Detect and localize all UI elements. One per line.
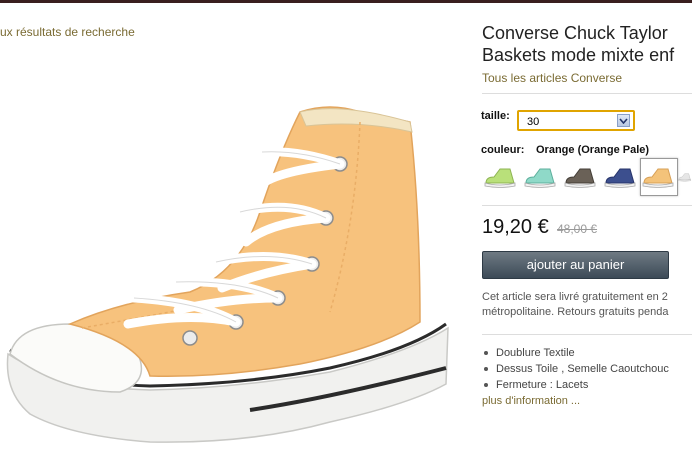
sneaker-orange-icon	[642, 168, 674, 188]
size-select[interactable]: 30	[517, 110, 635, 131]
add-to-cart-button[interactable]: ajouter au panier	[482, 251, 669, 279]
swatch-navy[interactable]	[602, 158, 640, 196]
product-title-line1: Converse Chuck Taylor	[482, 23, 668, 43]
sneaker-white-icon	[678, 173, 691, 182]
divider	[482, 205, 692, 206]
delivery-line2: métropolitaine. Retours gratuits penda	[482, 306, 669, 318]
bullet-icon	[484, 383, 488, 387]
sneaker-lime-icon	[484, 168, 516, 188]
sneaker-navy-icon	[604, 168, 636, 188]
list-item: Doublure Textile	[482, 345, 669, 361]
top-bar	[0, 0, 692, 3]
feature-text: Dessus Toile , Semelle Caoutchouc	[496, 363, 669, 375]
feature-text: Fermeture : Lacets	[496, 379, 589, 391]
product-title: Converse Chuck Taylor Baskets mode mixte…	[482, 22, 692, 66]
brand-articles-link[interactable]: Tous les articles Converse	[482, 71, 622, 85]
divider	[482, 334, 692, 335]
delivery-info: Cet article sera livré gratuitement en 2…	[482, 290, 692, 320]
list-item: Fermeture : Lacets	[482, 377, 669, 393]
chevron-down-icon[interactable]	[617, 114, 630, 127]
delivery-line1: Cet article sera livré gratuitement en 2	[482, 291, 668, 303]
swatch-orange-selected[interactable]	[640, 158, 678, 196]
bullet-icon	[484, 351, 488, 355]
sneaker-mint-icon	[524, 168, 556, 188]
bullet-icon	[484, 367, 488, 371]
sneaker-charcoal-icon	[564, 168, 596, 188]
size-select-value: 30	[527, 116, 540, 128]
sneaker-icon	[6, 106, 449, 443]
feature-text: Doublure Textile	[496, 347, 575, 359]
swatch-white[interactable]	[678, 158, 692, 196]
old-price: 48,00 €	[557, 222, 598, 236]
color-label: couleur:	[481, 144, 525, 156]
color-value: Orange (Orange Pale)	[536, 144, 650, 156]
swatch-lime[interactable]	[482, 158, 520, 196]
back-to-results-link[interactable]: ux résultats de recherche	[0, 25, 135, 39]
feature-list: Doublure Textile Dessus Toile , Semelle …	[482, 345, 669, 409]
product-image[interactable]	[0, 92, 460, 454]
size-label: taille:	[481, 110, 510, 122]
current-price: 19,20 €	[482, 216, 549, 238]
divider	[482, 93, 692, 94]
swatch-charcoal[interactable]	[562, 158, 600, 196]
more-info-link[interactable]: plus d'information ...	[482, 393, 669, 409]
product-title-line2: Baskets mode mixte enf	[482, 45, 675, 65]
swatch-mint[interactable]	[522, 158, 560, 196]
list-item: Dessus Toile , Semelle Caoutchouc	[482, 361, 669, 377]
